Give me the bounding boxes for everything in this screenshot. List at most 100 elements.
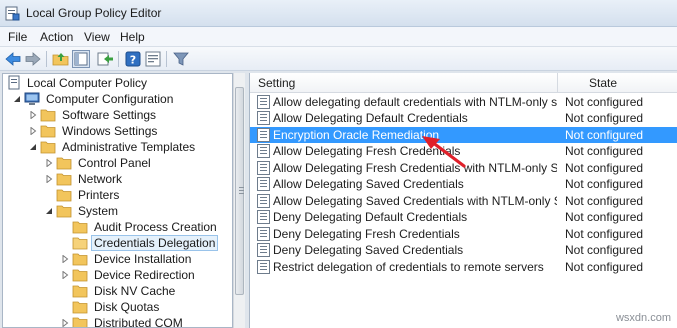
expanded-arrow-icon[interactable] — [45, 207, 53, 215]
computer-icon — [24, 92, 40, 105]
menu-file[interactable]: File — [8, 30, 27, 44]
setting-name: Deny Delegating Saved Credentials — [273, 243, 464, 257]
collapsed-arrow-icon[interactable] — [61, 255, 69, 263]
setting-state: Not configured — [565, 227, 644, 241]
folder-icon — [72, 285, 88, 298]
tree-item-label: Network — [78, 172, 123, 186]
folder-icon — [56, 173, 72, 186]
filter-icon[interactable] — [172, 50, 190, 68]
setting-name: Allow Delegating Default Credentials — [273, 111, 468, 125]
folder-open-icon — [72, 237, 88, 250]
menu-help[interactable]: Help — [120, 30, 145, 44]
expanded-arrow-icon[interactable] — [13, 95, 21, 103]
policy-setting-icon — [257, 260, 270, 274]
scrollbar-thumb[interactable] — [235, 87, 244, 295]
toolbar-separator — [118, 51, 119, 67]
properties-icon[interactable] — [144, 50, 162, 68]
list-item[interactable]: Deny Delegating Default Credentials Not … — [250, 209, 677, 225]
forward-arrow-icon[interactable] — [24, 50, 42, 68]
collapsed-arrow-icon[interactable] — [61, 271, 69, 279]
column-header-label: State — [589, 76, 618, 90]
list-item[interactable]: Allow Delegating Saved Credentials with … — [250, 193, 677, 209]
setting-state: Not configured — [565, 177, 644, 191]
list-item[interactable]: Allow Delegating Saved Credentials Not c… — [250, 176, 677, 192]
policy-editor-icon — [5, 6, 20, 21]
collapsed-arrow-icon[interactable] — [45, 175, 53, 183]
scrollbar-grip — [239, 190, 244, 191]
tree-item-label: Credentials Delegation — [90, 235, 219, 251]
folder-icon — [56, 189, 72, 202]
column-header-state[interactable]: State — [558, 73, 677, 93]
collapsed-arrow-icon[interactable] — [45, 159, 53, 167]
help-icon[interactable]: ? — [124, 50, 142, 68]
tree-item-label: Distributed COM — [94, 316, 183, 328]
list-item[interactable]: Restrict delegation of credentials to re… — [250, 259, 677, 275]
setting-name: Restrict delegation of credentials to re… — [273, 260, 544, 274]
menu-view[interactable]: View — [84, 30, 110, 44]
expanded-arrow-icon[interactable] — [29, 143, 37, 151]
folder-icon — [72, 253, 88, 266]
back-arrow-icon[interactable] — [4, 50, 22, 68]
column-header-setting[interactable]: Setting — [250, 73, 557, 93]
setting-state: Not configured — [565, 144, 644, 158]
settings-list: Setting State Allow delegating default c… — [249, 73, 677, 328]
setting-name: Allow delegating default credentials wit… — [273, 95, 557, 109]
tree-item-label: Disk Quotas — [94, 300, 160, 314]
collapsed-arrow-icon[interactable] — [29, 111, 37, 119]
svg-text:?: ? — [130, 54, 136, 67]
tree-item-label: Control Panel — [78, 156, 151, 170]
policy-setting-icon — [257, 177, 270, 191]
up-folder-icon[interactable] — [52, 50, 70, 68]
setting-state: Not configured — [565, 243, 644, 257]
setting-name: Allow Delegating Fresh Credentials with … — [273, 161, 557, 175]
setting-state: Not configured — [565, 128, 644, 142]
list-item[interactable]: Deny Delegating Fresh Credentials Not co… — [250, 226, 677, 242]
setting-state: Not configured — [565, 194, 644, 208]
policy-setting-icon — [257, 161, 270, 175]
tree-scrollbar[interactable] — [233, 73, 245, 328]
tree-item-label: Local Computer Policy — [27, 76, 148, 90]
policy-setting-icon — [257, 144, 270, 158]
setting-state: Not configured — [565, 210, 644, 224]
tree-item-label: Windows Settings — [62, 124, 158, 138]
setting-state: Not configured — [565, 260, 644, 274]
list-item[interactable]: Allow Delegating Default Credentials Not… — [250, 110, 677, 126]
tree-item-label: Software Settings — [62, 108, 157, 122]
setting-name: Allow Delegating Saved Credentials with … — [273, 194, 557, 208]
setting-name: Allow Delegating Fresh Credentials — [273, 144, 461, 158]
setting-name: Deny Delegating Default Credentials — [273, 210, 468, 224]
toolbar-separator — [166, 51, 167, 67]
show-hide-tree-icon[interactable] — [72, 50, 90, 68]
policy-setting-icon — [257, 111, 270, 125]
tree-item-label: Audit Process Creation — [94, 220, 217, 234]
setting-name: Deny Delegating Fresh Credentials — [273, 227, 460, 241]
export-list-icon[interactable] — [96, 50, 114, 68]
list-item[interactable]: Deny Delegating Saved Credentials Not co… — [250, 242, 677, 258]
policy-setting-icon — [257, 95, 270, 109]
column-header-label: Setting — [258, 76, 296, 90]
tree-item-label: Printers — [78, 188, 120, 202]
folder-icon — [40, 109, 56, 122]
toolbar: ? — [0, 47, 677, 71]
folder-icon — [72, 317, 88, 327]
red-arrow-icon — [422, 136, 466, 168]
policy-setting-icon — [257, 128, 270, 142]
tree-item-label: Administrative Templates — [62, 140, 196, 154]
folder-icon — [40, 141, 56, 154]
policy-setting-icon — [257, 194, 270, 208]
tree-item-label: Computer Configuration — [46, 92, 174, 106]
list-item[interactable]: Allow delegating default credentials wit… — [250, 94, 677, 110]
tree-item-label: Disk NV Cache — [94, 284, 176, 298]
window-title: Local Group Policy Editor — [26, 6, 162, 20]
setting-state: Not configured — [565, 111, 644, 125]
scrollbar-grip — [239, 193, 244, 194]
folder-icon — [72, 301, 88, 314]
watermark: wsxdn.com — [615, 312, 671, 324]
tree-item-label: Device Installation — [94, 252, 192, 266]
setting-name: Encryption Oracle Remediation — [273, 128, 440, 142]
collapsed-arrow-icon[interactable] — [61, 319, 69, 327]
collapsed-arrow-icon[interactable] — [29, 127, 37, 135]
folder-icon — [72, 269, 88, 282]
menu-action[interactable]: Action — [40, 30, 73, 44]
folder-icon — [40, 125, 56, 138]
